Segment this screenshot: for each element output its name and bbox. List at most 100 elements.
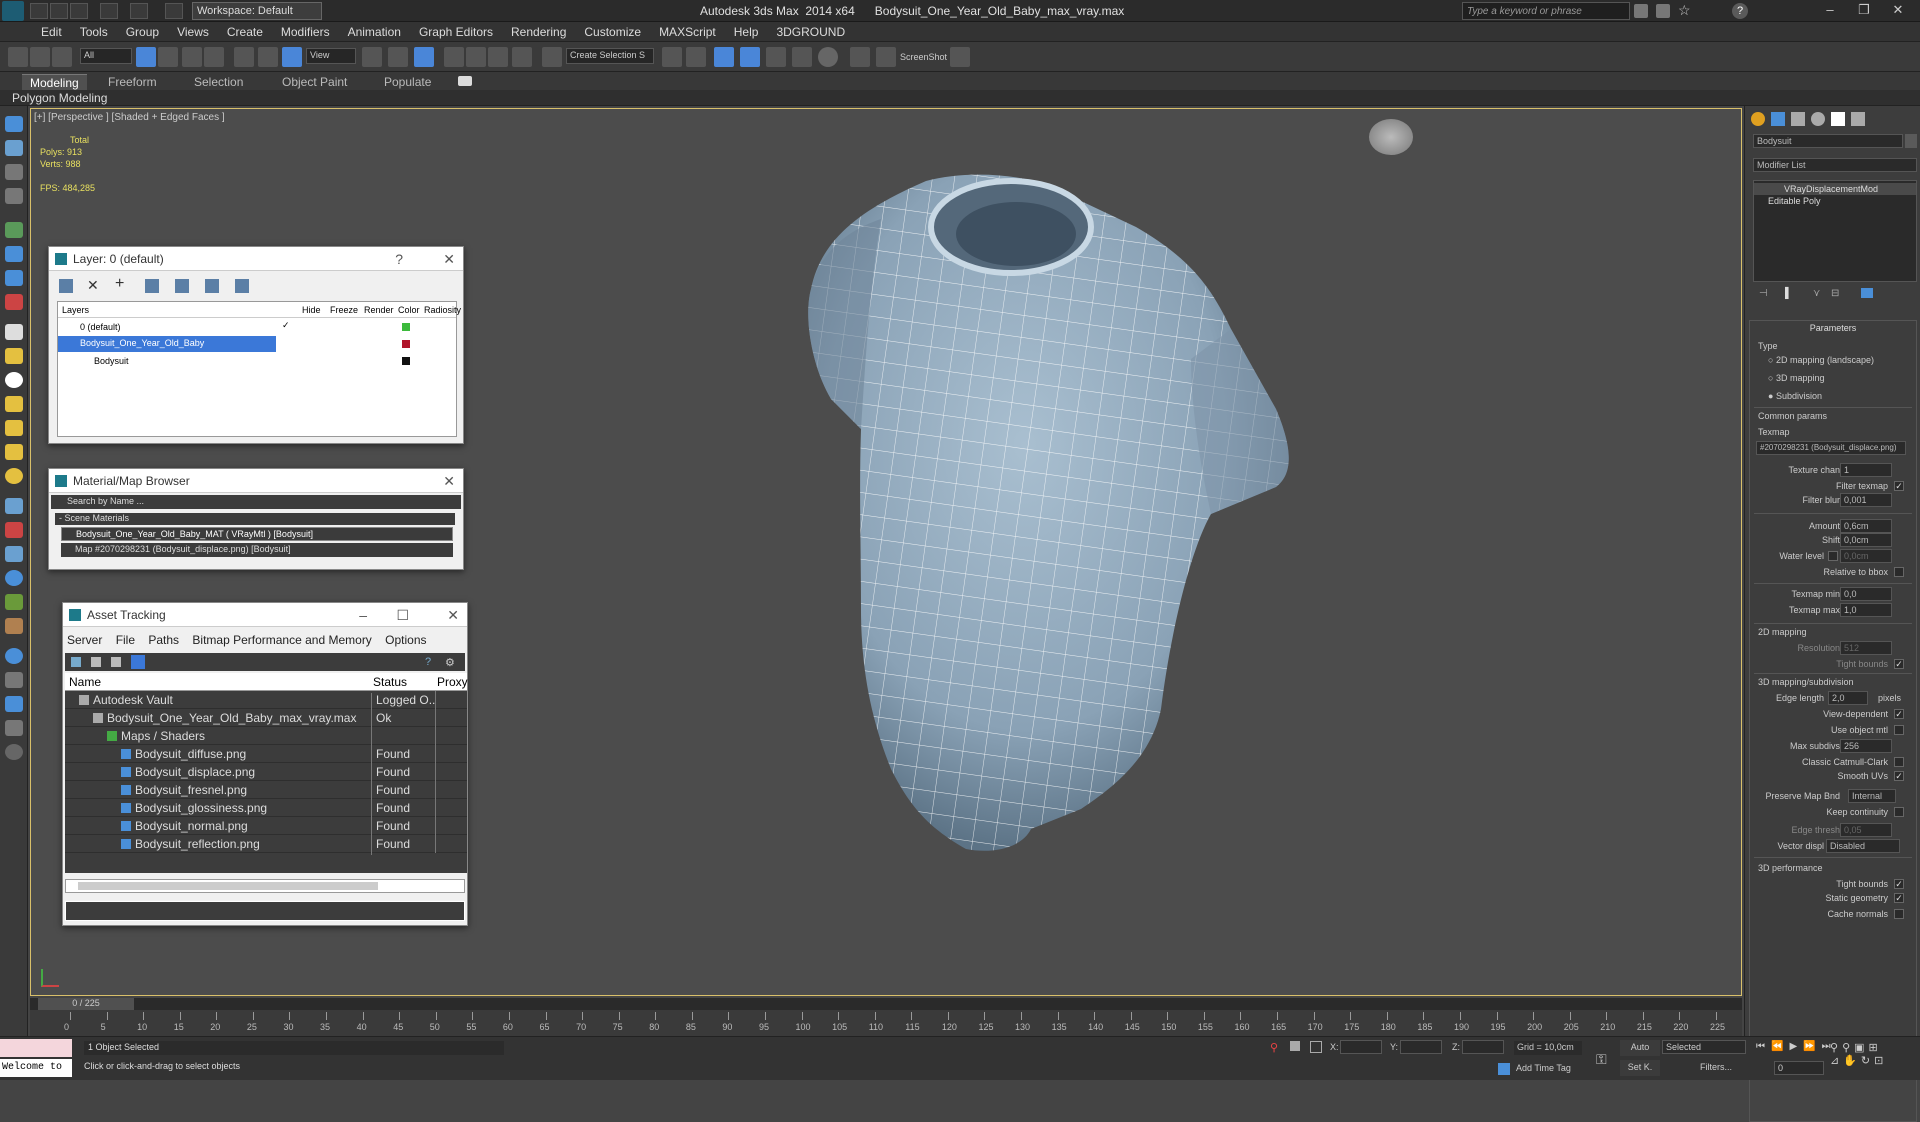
- window-crossing-icon[interactable]: [204, 47, 224, 67]
- motion-tool-icon[interactable]: [5, 294, 23, 310]
- tab-selection[interactable]: Selection: [186, 74, 251, 90]
- material-item-selected[interactable]: Bodysuit_One_Year_Old_Baby_MAT ( VRayMtl…: [61, 527, 453, 541]
- col-proxy[interactable]: Proxy: [437, 675, 468, 689]
- table-view-icon[interactable]: [131, 655, 145, 669]
- water-level-checkbox[interactable]: [1828, 551, 1838, 561]
- layer-row[interactable]: 0 (default) ✓: [58, 320, 456, 336]
- list-view-icon[interactable]: [91, 657, 101, 667]
- doc-tool-icon[interactable]: [5, 720, 23, 736]
- orbit-icon[interactable]: ↻: [1861, 1055, 1874, 1067]
- tab-object-paint[interactable]: Object Paint: [274, 74, 355, 90]
- viewport-label[interactable]: [+] [Perspective ] [Shaded + Edged Faces…: [34, 112, 225, 123]
- texmap-max-spinner[interactable]: 1,0: [1840, 603, 1892, 617]
- col-render[interactable]: Render: [364, 305, 394, 315]
- object-color-swatch[interactable]: [1905, 134, 1917, 148]
- grid-tool-icon[interactable]: [5, 188, 23, 204]
- asset-row[interactable]: Bodysuit_reflection.png Found: [65, 835, 467, 855]
- type-2d-radio[interactable]: ○ 2D mapping (landscape): [1758, 355, 1910, 365]
- asset-row[interactable]: Bodysuit_displace.png Found: [65, 763, 467, 783]
- move-icon[interactable]: [234, 47, 254, 67]
- type-subdivision-radio[interactable]: ● Subdivision: [1758, 391, 1910, 401]
- stack-item-editable-poly[interactable]: Editable Poly: [1754, 195, 1916, 207]
- new-layer-icon[interactable]: [59, 279, 73, 293]
- filter-texmap-checkbox[interactable]: ✓: [1894, 481, 1904, 491]
- keep-continuity-checkbox[interactable]: [1894, 807, 1904, 817]
- menu-edit[interactable]: Edit: [32, 22, 71, 42]
- tools-icon[interactable]: [1656, 4, 1670, 18]
- material-search-input[interactable]: Search by Name ...: [51, 495, 461, 509]
- asset-hscrollbar[interactable]: [65, 879, 465, 893]
- edit-named-selection-icon[interactable]: [542, 47, 562, 67]
- go-to-start-icon[interactable]: ⏮: [1756, 1041, 1771, 1052]
- select-in-layer-icon[interactable]: [145, 279, 159, 293]
- select-manipulate-icon[interactable]: [388, 47, 408, 67]
- freeze-all-layers-icon[interactable]: [235, 279, 249, 293]
- modifier-tool-icon[interactable]: [5, 246, 23, 262]
- isolate-icon[interactable]: ⚲: [1270, 1041, 1278, 1054]
- shapes-tool-icon[interactable]: [5, 348, 23, 364]
- amount-spinner[interactable]: 0,6cm: [1840, 519, 1892, 533]
- scene-tool-icon[interactable]: [5, 672, 23, 688]
- help-tool-icon[interactable]: [5, 744, 23, 760]
- absolute-mode-icon[interactable]: [1310, 1041, 1322, 1053]
- texture-chan-spinner[interactable]: 1: [1840, 463, 1892, 477]
- layer-row[interactable]: Bodysuit: [58, 354, 456, 370]
- tab-modeling[interactable]: Modeling: [22, 74, 87, 90]
- sphere-tool-icon[interactable]: [5, 570, 23, 586]
- set-key-button[interactable]: Set K.: [1620, 1060, 1660, 1076]
- material-item[interactable]: Map #2070298231 (Bodysuit_displace.png) …: [61, 543, 453, 557]
- new-file-icon[interactable]: [30, 3, 48, 19]
- highlight-layer-icon[interactable]: [175, 279, 189, 293]
- camera-tool-icon[interactable]: [5, 396, 23, 412]
- close-button[interactable]: ✕: [1884, 2, 1912, 20]
- resolution-spinner[interactable]: 512: [1840, 641, 1892, 655]
- key-icon[interactable]: ⚿: [1596, 1051, 1607, 1068]
- modify-tab-icon[interactable]: [1771, 112, 1785, 126]
- asset-row[interactable]: Autodesk Vault Logged O...: [65, 691, 467, 711]
- active-layer-check-icon[interactable]: ✓: [282, 320, 290, 331]
- named-selection-dropdown[interactable]: Create Selection S: [566, 48, 654, 64]
- asset-menu-options[interactable]: Options: [385, 633, 426, 647]
- edge-thresh-spinner[interactable]: 0,05: [1840, 823, 1892, 837]
- maximize-viewport-icon[interactable]: ⊞: [1869, 1042, 1882, 1054]
- open-file-icon[interactable]: [50, 3, 68, 19]
- col-color[interactable]: Color: [398, 305, 420, 315]
- tight-bounds-checkbox[interactable]: ✓: [1894, 659, 1904, 669]
- create-tab-icon[interactable]: [1751, 112, 1765, 126]
- toggle-viewport-icon[interactable]: ⊡: [1874, 1055, 1887, 1067]
- menu-maxscript[interactable]: MAXScript: [650, 22, 725, 42]
- lock-selection-icon[interactable]: [1290, 1041, 1300, 1051]
- detail-view-icon[interactable]: [111, 657, 121, 667]
- maxscript-listener-output[interactable]: Welcome to: [0, 1059, 72, 1077]
- hide-all-layers-icon[interactable]: [205, 279, 219, 293]
- asset-row[interactable]: Bodysuit_fresnel.png Found: [65, 781, 467, 801]
- pin-stack-icon[interactable]: ⊣: [1759, 288, 1768, 299]
- asset-menu-file[interactable]: File: [116, 633, 135, 647]
- binoculars-icon[interactable]: [1634, 4, 1648, 18]
- modifier-list-dropdown[interactable]: Modifier List: [1753, 158, 1917, 172]
- box-tool-icon[interactable]: [5, 164, 23, 180]
- snaps-toggle-icon[interactable]: [444, 47, 464, 67]
- y-coordinate-field[interactable]: [1400, 1040, 1442, 1054]
- asset-menu-paths[interactable]: Paths: [148, 633, 179, 647]
- menu-modifiers[interactable]: Modifiers: [272, 22, 339, 42]
- asset-panel-close-button[interactable]: ✕: [447, 607, 459, 624]
- asset-row[interactable]: Bodysuit_diffuse.png Found: [65, 745, 467, 765]
- zoom-extents-icon[interactable]: ▣: [1854, 1042, 1868, 1054]
- shift-spinner[interactable]: 0,0cm: [1840, 533, 1892, 547]
- vector-displ-dropdown[interactable]: Disabled: [1826, 839, 1900, 853]
- stack-item-vraydisplacement[interactable]: VRayDisplacementMod: [1754, 183, 1916, 195]
- screenshot-label[interactable]: ScreenShot: [900, 52, 947, 62]
- current-frame-field[interactable]: 0: [1774, 1061, 1824, 1075]
- pan-icon[interactable]: ✋: [1843, 1055, 1861, 1067]
- utilities-tab-icon[interactable]: [1851, 112, 1865, 126]
- render-tool-icon[interactable]: [5, 522, 23, 538]
- hierarchy-tool-icon[interactable]: [5, 270, 23, 286]
- lights-tool-icon[interactable]: [5, 372, 23, 388]
- menu-rendering[interactable]: Rendering: [502, 22, 575, 42]
- asset-panel-minimize-button[interactable]: –: [359, 607, 367, 623]
- material-panel-close-button[interactable]: ✕: [443, 473, 455, 490]
- asset-row[interactable]: Bodysuit_One_Year_Old_Baby_max_vray.max O…: [65, 709, 467, 729]
- star-icon[interactable]: ☆: [1678, 2, 1691, 19]
- use-object-mtl-checkbox[interactable]: [1894, 725, 1904, 735]
